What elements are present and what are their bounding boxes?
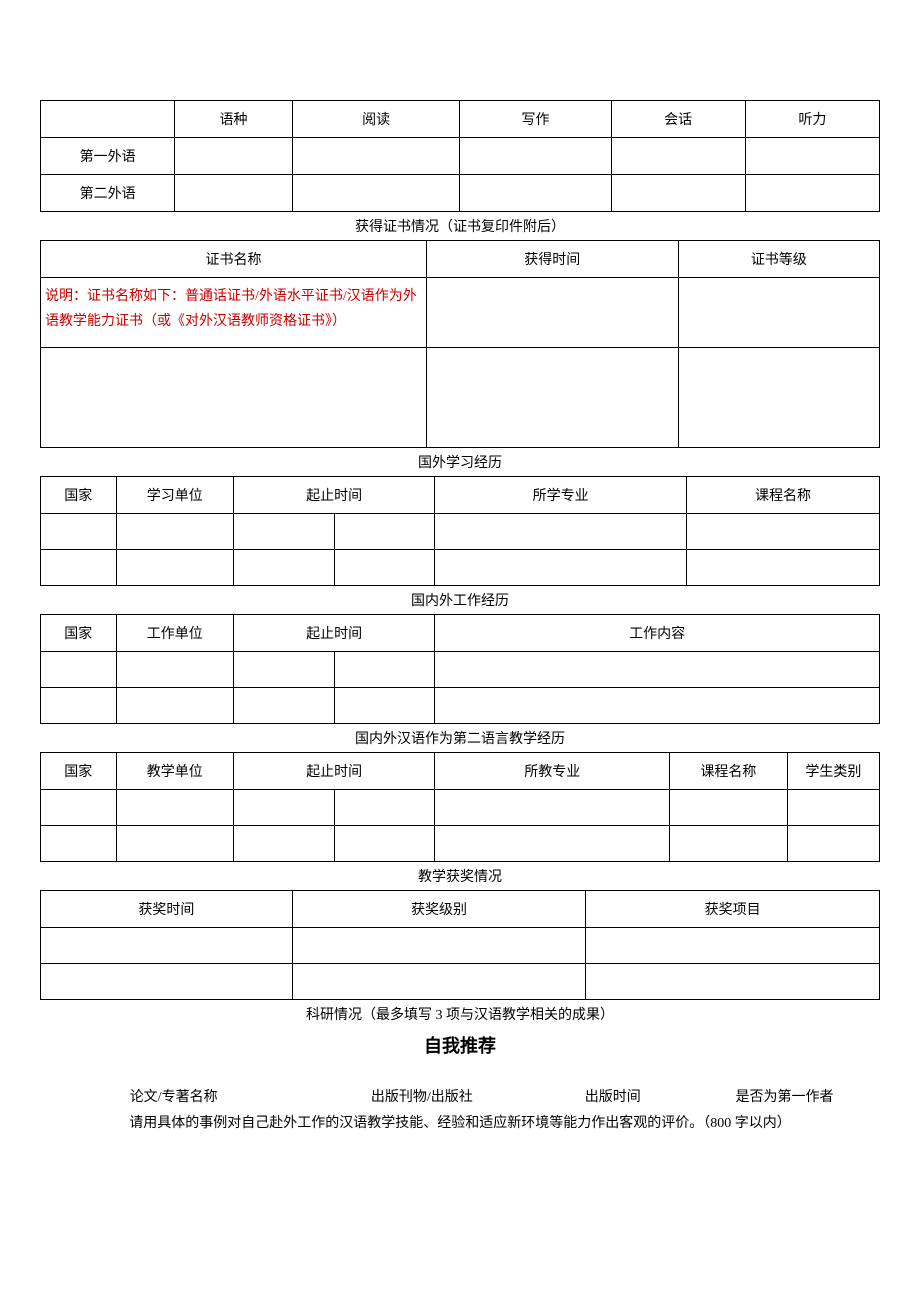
certificates-table: 证书名称 获得时间 证书等级 说明：证书名称如下：普通话证书/外语水平证书/汉语… (40, 240, 880, 448)
teach-header-period: 起止时间 (233, 753, 434, 790)
study-abroad-table: 国家 学习单位 起止时间 所学专业 课程名称 (40, 476, 880, 586)
work-header-country: 国家 (41, 615, 117, 652)
lang-header-read: 阅读 (292, 101, 460, 138)
work-header-unit: 工作单位 (116, 615, 233, 652)
table-row (41, 928, 880, 964)
awards-title: 教学获奖情况 (40, 862, 880, 890)
table-row (41, 826, 880, 862)
table-row (41, 688, 880, 724)
award-header-date: 获奖时间 (41, 891, 293, 928)
research-headers-row: 论文/专著名称 出版刊物/出版社 出版时间 是否为第一作者 (40, 1082, 880, 1110)
study-header-unit: 学习单位 (116, 477, 233, 514)
teach-header-country: 国家 (41, 753, 117, 790)
research-header-first: 是否为第一作者 (689, 1086, 880, 1106)
table-row (41, 964, 880, 1000)
study-header-course: 课程名称 (686, 477, 879, 514)
cert-header-date: 获得时间 (426, 241, 678, 278)
cert-section-title: 获得证书情况（证书复印件附后） (40, 212, 880, 240)
table-row: 第一外语 (41, 138, 880, 175)
lang-header-speak: 会话 (611, 101, 745, 138)
work-header-period: 起止时间 (233, 615, 434, 652)
award-header-level: 获奖级别 (292, 891, 586, 928)
self-rec-title: 自我推荐 (40, 1028, 880, 1062)
self-rec-instruction: 请用具体的事例对自己赴外工作的汉语教学技能、经验和适应新环境等能力作出客观的评价… (40, 1110, 880, 1134)
work-exp-title: 国内外工作经历 (40, 586, 880, 614)
research-header-date: 出版时间 (536, 1086, 689, 1106)
table-row (41, 514, 880, 550)
table-row (41, 652, 880, 688)
cert-header-name: 证书名称 (41, 241, 427, 278)
study-abroad-title: 国外学习经历 (40, 448, 880, 476)
award-header-item: 获奖项目 (586, 891, 880, 928)
table-row (41, 790, 880, 826)
teach-exp-table: 国家 教学单位 起止时间 所教专业 课程名称 学生类别 (40, 752, 880, 862)
research-title: 科研情况（最多填写 3 项与汉语教学相关的成果） (40, 1000, 880, 1028)
study-header-period: 起止时间 (233, 477, 434, 514)
second-lang-label: 第二外语 (41, 175, 175, 212)
teach-exp-title: 国内外汉语作为第二语言教学经历 (40, 724, 880, 752)
research-header-name: 论文/专著名称 (40, 1086, 307, 1106)
research-header-pub: 出版刊物/出版社 (307, 1086, 536, 1106)
first-lang-label: 第一外语 (41, 138, 175, 175)
lang-header-listen: 听力 (745, 101, 879, 138)
work-header-content: 工作内容 (435, 615, 880, 652)
cert-header-level: 证书等级 (678, 241, 879, 278)
teach-header-course: 课程名称 (670, 753, 787, 790)
table-row: 第二外语 (41, 175, 880, 212)
language-skills-table: 语种 阅读 写作 会话 听力 第一外语 第二外语 (40, 100, 880, 212)
cert-note: 说明：证书名称如下：普通话证书/外语水平证书/汉语作为外语教学能力证书（或《对外… (41, 278, 427, 348)
lang-header-type: 语种 (175, 101, 292, 138)
awards-table: 获奖时间 获奖级别 获奖项目 (40, 890, 880, 1000)
work-exp-table: 国家 工作单位 起止时间 工作内容 (40, 614, 880, 724)
teach-header-student: 学生类别 (787, 753, 879, 790)
teach-header-major: 所教专业 (435, 753, 670, 790)
study-header-major: 所学专业 (435, 477, 687, 514)
lang-header-write: 写作 (460, 101, 611, 138)
teach-header-unit: 教学单位 (116, 753, 233, 790)
table-row (41, 550, 880, 586)
study-header-country: 国家 (41, 477, 117, 514)
